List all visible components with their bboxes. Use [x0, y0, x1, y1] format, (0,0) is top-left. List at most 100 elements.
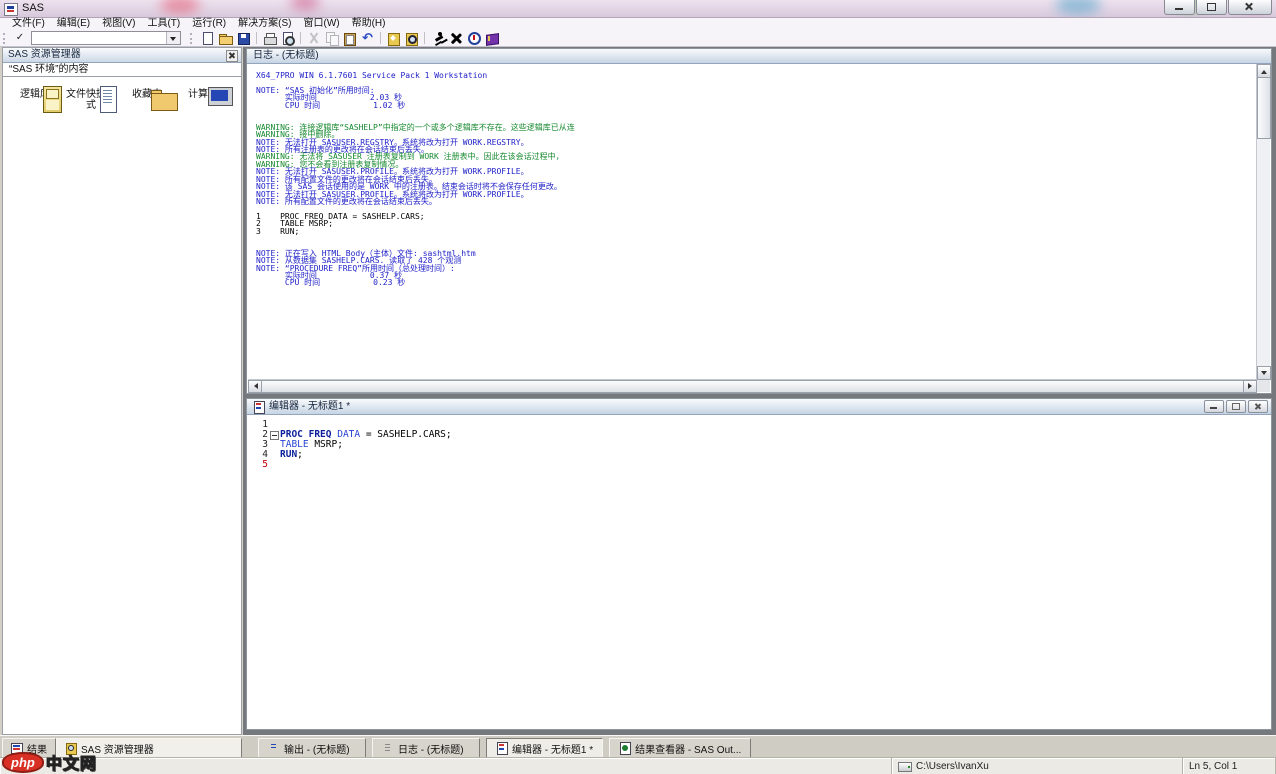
- window-titlebar: SAS: [0, 0, 1276, 18]
- log-line: 实际时间 2.03 秒: [256, 94, 1257, 101]
- scroll-thumb[interactable]: [261, 380, 1244, 393]
- command-check-button[interactable]: ✓: [12, 32, 28, 45]
- scroll-right-icon[interactable]: [1243, 380, 1257, 393]
- explorer-item[interactable]: 文件快捷方式: [63, 86, 119, 111]
- log-line: X64_7PRO WIN 6.1.7601 Service Pack 1 Wor…: [256, 72, 1257, 79]
- log-line: [256, 235, 1257, 242]
- window-tab[interactable]: 编辑器 - 无标题1 *: [486, 738, 603, 758]
- log-line: CPU 时间 1.02 秒: [256, 102, 1257, 109]
- copy-icon[interactable]: [324, 31, 340, 46]
- editor-minimize-button[interactable]: [1204, 400, 1224, 413]
- command-dropdown-button[interactable]: [166, 32, 180, 44]
- break-icon[interactable]: [448, 31, 464, 46]
- editor-line[interactable]: 5: [252, 460, 1270, 470]
- editor-line[interactable]: 2PROC FREQ DATA = SASHELP.CARS;: [252, 430, 1270, 440]
- menu-item[interactable]: 视图(V): [96, 18, 141, 30]
- log-line: WARNING: 无法将 SASUSER 注册表复制到 WORK 注册表中。因此…: [256, 153, 1257, 160]
- undo-icon[interactable]: [360, 31, 376, 46]
- menu-item[interactable]: 运行(R): [186, 18, 232, 30]
- menu-item[interactable]: 文件(F): [6, 18, 51, 30]
- explorer-icon-grid: 逻辑库 文件快捷方式 收藏夹 计算机: [3, 78, 241, 111]
- minimize-icon: [1175, 8, 1183, 10]
- menu-item[interactable]: 解决方案(S): [232, 18, 297, 30]
- explorer-item[interactable]: 计算机: [175, 86, 231, 111]
- editor-icon: [253, 401, 265, 413]
- window-tab[interactable]: 日志 - (无标题): [372, 738, 480, 758]
- maximize-button[interactable]: [1196, 0, 1227, 15]
- toolbar-grip[interactable]: [3, 33, 8, 44]
- menu-item[interactable]: 窗口(W): [297, 18, 345, 30]
- log-window-titlebar[interactable]: 日志 - (无标题): [247, 49, 1271, 64]
- window-tab[interactable]: 输出 - (无标题): [258, 738, 366, 758]
- panel-close-icon[interactable]: [226, 50, 238, 62]
- print-preview-icon[interactable]: [280, 31, 296, 46]
- window-tab[interactable]: 结果查看器 - SAS Out...: [609, 738, 751, 758]
- fold-gutter: [268, 440, 280, 450]
- log-line: 2 TABLE MSRP;: [256, 220, 1257, 227]
- window-tab-label: 输出 - (无标题): [284, 741, 350, 756]
- minimize-icon: [1210, 407, 1217, 409]
- scroll-thumb[interactable]: [1257, 77, 1271, 139]
- mdi-workspace: 日志 - (无标题) X64_7PRO WIN 6.1.7601 Service…: [243, 47, 1276, 735]
- sas-explorer-panel: SAS 资源管理器 “SAS 环境”的内容 逻辑库 文件快捷方式: [2, 47, 242, 735]
- new-library-icon[interactable]: [386, 31, 402, 46]
- separator[interactable]: [378, 31, 384, 46]
- minimize-button[interactable]: [1164, 0, 1195, 15]
- editor-ti: [496, 742, 508, 754]
- window-tabs: 输出 - (无标题) 日志 - (无标题) 编辑器 - 无标题1 * 结果查看器…: [258, 737, 1272, 757]
- editor-content[interactable]: 12PROC FREQ DATA = SASHELP.CARS;3TABLE M…: [248, 415, 1270, 728]
- scroll-down-icon[interactable]: [1257, 366, 1271, 380]
- editor-close-button[interactable]: [1248, 400, 1268, 413]
- restore-icon: [1232, 403, 1240, 410]
- log-vertical-scrollbar[interactable]: [1256, 64, 1270, 380]
- help-icon[interactable]: [484, 31, 500, 46]
- separator[interactable]: [298, 31, 304, 46]
- toolbar-grip[interactable]: [190, 33, 195, 44]
- window-title: SAS: [22, 2, 44, 14]
- working-directory[interactable]: C:\Users\IvanXu: [892, 758, 1183, 774]
- log-line: 3 RUN;: [256, 228, 1257, 235]
- cut-icon[interactable]: [306, 31, 322, 46]
- titlebar-decoration: [290, 0, 320, 10]
- command-input[interactable]: [33, 32, 167, 43]
- log-horizontal-scrollbar[interactable]: [248, 379, 1257, 392]
- explorer-magnifier-icon[interactable]: [404, 31, 420, 46]
- print-icon[interactable]: [262, 31, 278, 46]
- log-line: CPU 时间 0.23 秒: [256, 279, 1257, 286]
- scroll-up-icon[interactable]: [1257, 64, 1271, 78]
- menu-item[interactable]: 工具(T): [141, 18, 186, 30]
- fold-gutter: [268, 450, 280, 460]
- new-document-icon[interactable]: [200, 31, 216, 46]
- menu-item[interactable]: 帮助(H): [346, 18, 392, 30]
- separator[interactable]: [422, 31, 428, 46]
- scroll-left-icon[interactable]: [248, 380, 262, 393]
- open-icon[interactable]: [218, 31, 234, 46]
- explorer-contents-header: “SAS 环境”的内容: [3, 63, 241, 77]
- editor-line[interactable]: 4RUN;: [252, 450, 1270, 460]
- attention-icon[interactable]: [466, 31, 482, 46]
- menu-bar: 文件(F)编辑(E)视图(V)工具(T)运行(R)解决方案(S)窗口(W)帮助(…: [0, 18, 1276, 30]
- separator[interactable]: [254, 31, 260, 46]
- log-line: NOTE: 所有配置文件的更改将在会话结束后丢失。: [256, 198, 1257, 205]
- editor-restore-button[interactable]: [1226, 400, 1246, 413]
- status-bar: C:\Users\IvanXu Ln 5, Col 1: [0, 757, 1276, 774]
- sas-app-icon: [4, 3, 18, 16]
- explorer-item[interactable]: 逻辑库: [7, 86, 63, 111]
- fold-gutter: [268, 420, 280, 430]
- log-content[interactable]: X64_7PRO WIN 6.1.7601 Service Pack 1 Wor…: [248, 64, 1257, 380]
- submit-icon[interactable]: [430, 31, 446, 46]
- explorer-item[interactable]: 收藏夹: [119, 86, 175, 111]
- log-line: 1 PROC FREQ DATA = SASHELP.CARS;: [256, 213, 1257, 220]
- save-icon[interactable]: [236, 31, 252, 46]
- close-button[interactable]: [1228, 0, 1272, 15]
- paste-icon[interactable]: [342, 31, 358, 46]
- command-combobox[interactable]: [31, 31, 181, 45]
- editor-window-title: 编辑器 - 无标题1 *: [269, 400, 1202, 414]
- editor-line[interactable]: 3TABLE MSRP;: [252, 440, 1270, 450]
- editor-window-titlebar[interactable]: 编辑器 - 无标题1 *: [247, 399, 1271, 415]
- menu-item[interactable]: 编辑(E): [51, 18, 96, 30]
- window-tab-label: 日志 - (无标题): [398, 741, 464, 756]
- code-fold-icon[interactable]: [268, 430, 280, 440]
- explorer-title-text: SAS 资源管理器: [8, 49, 81, 60]
- cursor-position-text: Ln 5, Col 1: [1189, 761, 1237, 772]
